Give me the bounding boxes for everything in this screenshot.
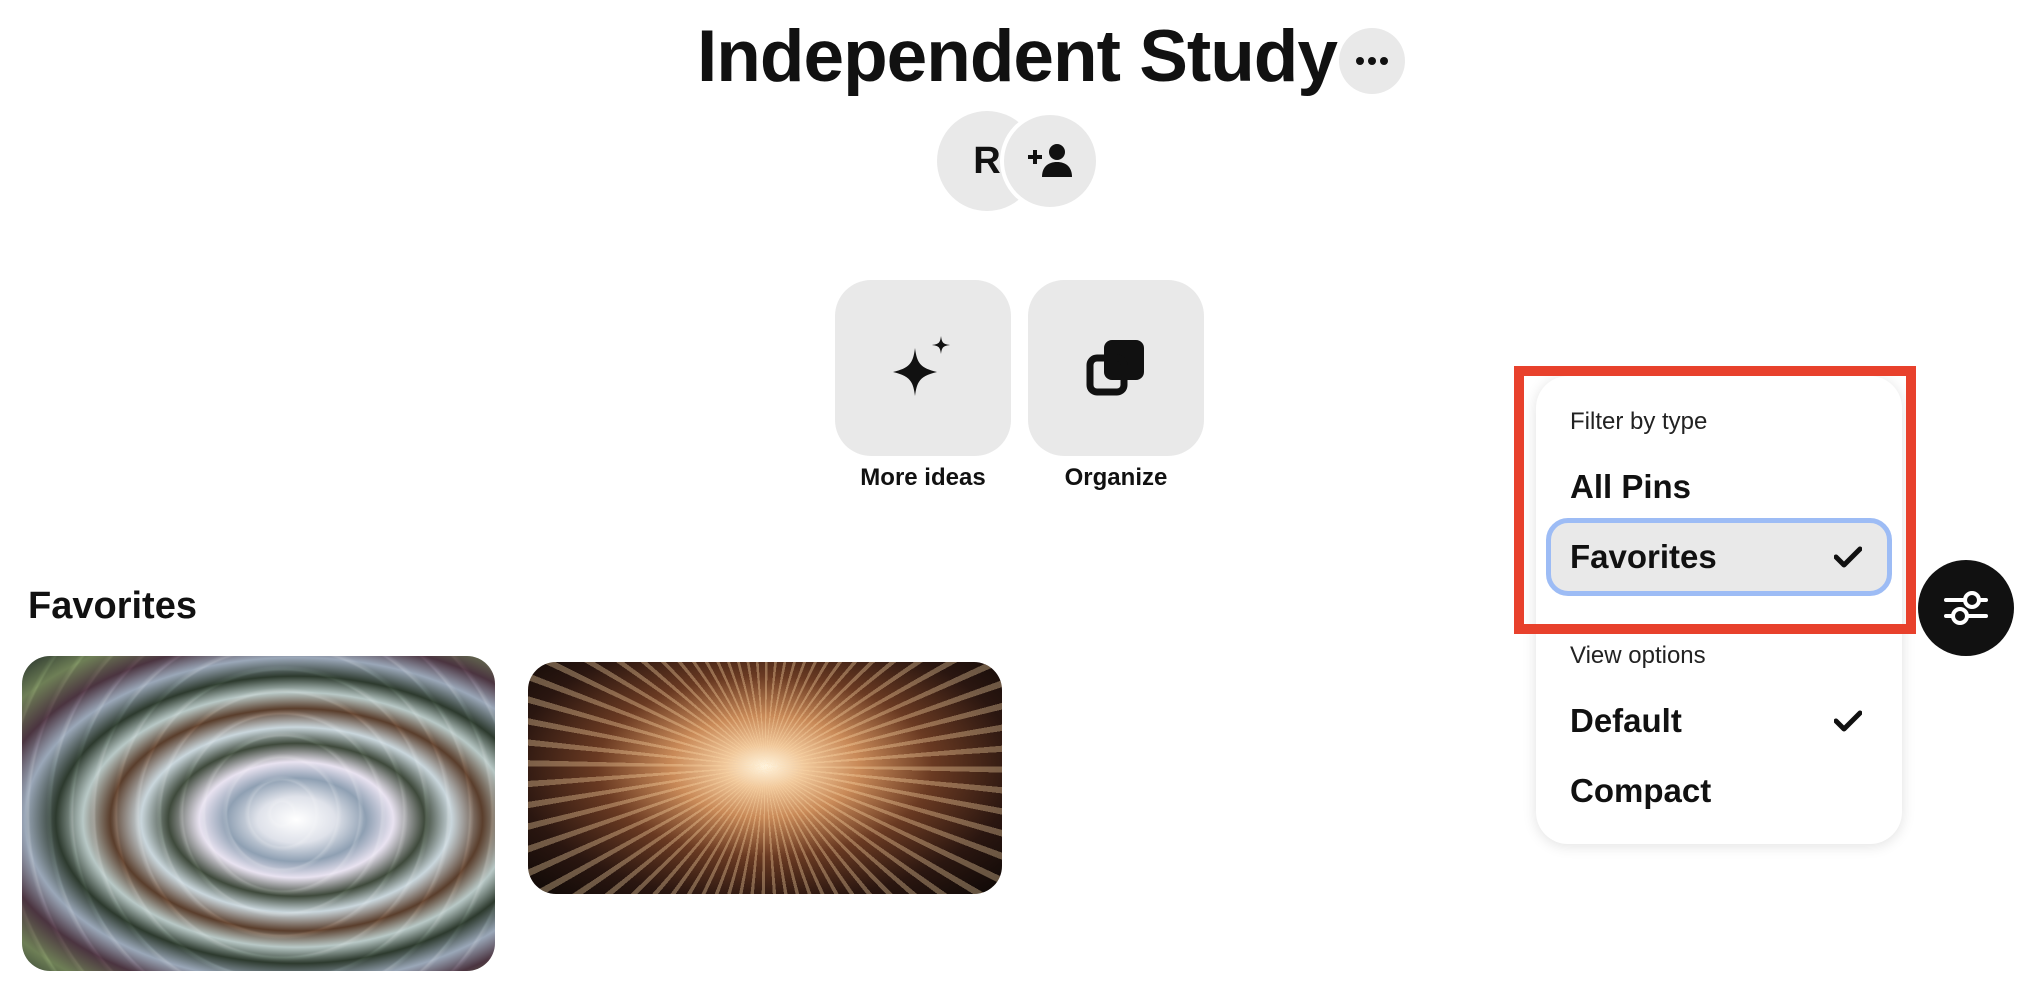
ellipsis-icon: [1356, 57, 1388, 65]
sliders-icon: [1944, 591, 1988, 625]
menu-item-compact[interactable]: Compact: [1550, 756, 1888, 826]
more-ideas-button[interactable]: [835, 280, 1011, 456]
section-title: Favorites: [28, 585, 197, 627]
filter-button[interactable]: [1918, 560, 2014, 656]
add-collaborator-button[interactable]: [1000, 111, 1100, 211]
checkmark-icon: [1834, 710, 1862, 732]
filter-heading: Filter by type: [1570, 408, 1708, 435]
pin-swirl-image[interactable]: [22, 656, 495, 971]
add-person-icon: [1028, 144, 1072, 177]
pin-city-lights-image[interactable]: [528, 662, 1002, 894]
organize-label: Organize: [1064, 464, 1168, 491]
organize-button[interactable]: [1028, 280, 1204, 456]
menu-item-label: All Pins: [1570, 468, 1692, 505]
view-options-heading: View options: [1570, 642, 1706, 669]
menu-item-label: Default: [1570, 702, 1682, 739]
organize-icon: [1086, 340, 1144, 396]
filter-menu: Filter by type All Pins Favorites View o…: [1536, 376, 1902, 844]
sparkle-icon: [893, 336, 950, 396]
menu-item-label: Compact: [1570, 772, 1712, 809]
more-ideas-label: More ideas: [860, 464, 986, 491]
menu-item-all-pins[interactable]: All Pins: [1550, 452, 1888, 522]
menu-item-label: Favorites: [1570, 538, 1717, 575]
board-title: Independent Study: [697, 16, 1338, 97]
menu-item-favorites[interactable]: Favorites: [1546, 518, 1892, 596]
more-options-button[interactable]: [1339, 28, 1405, 94]
menu-item-default[interactable]: Default: [1550, 686, 1888, 756]
checkmark-icon: [1834, 546, 1862, 568]
